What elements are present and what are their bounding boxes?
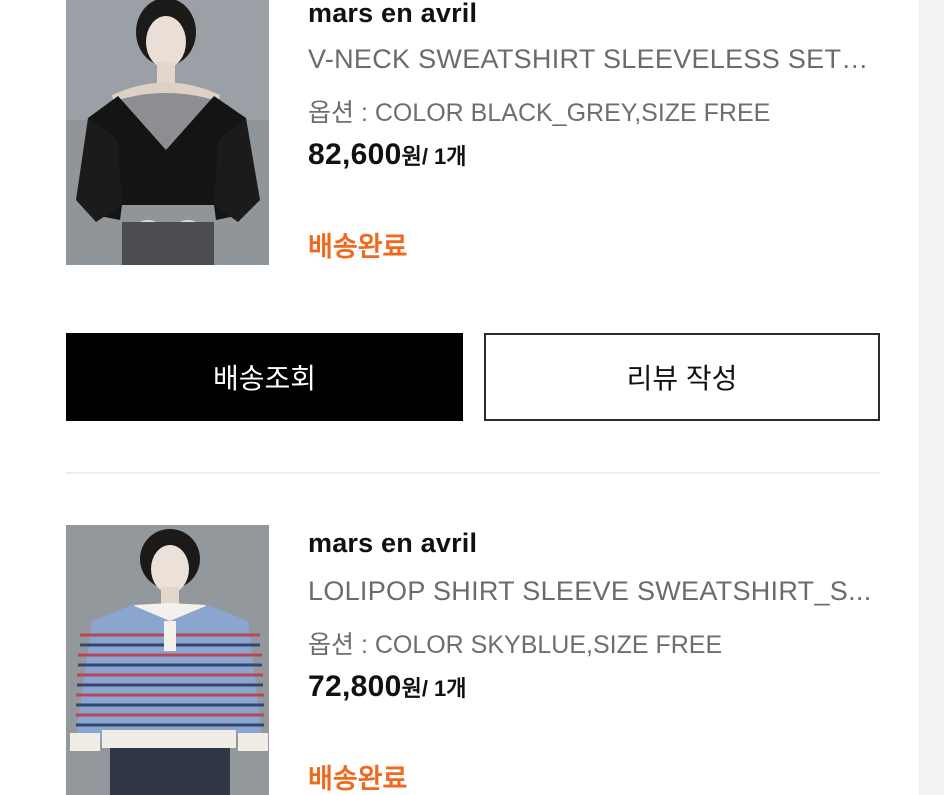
price-currency: 원 (401, 144, 422, 169)
quantity-label: / 1개 (421, 676, 467, 701)
order-list-card: mars en avril V-NECK SWEATSHIRT SLEEVELE… (0, 0, 919, 795)
delivery-status: 배송완료 (308, 232, 408, 262)
model-striped-sweatshirt-image (66, 525, 269, 795)
price-line: 82,600원/ 1개 (308, 138, 467, 172)
quantity-label: / 1개 (421, 144, 467, 169)
brand-name[interactable]: mars en avril (308, 0, 477, 29)
model-black-sweatshirt-image (66, 0, 269, 265)
product-info: mars en avril LOLIPOP SHIRT SLEEVE SWEAT… (308, 525, 880, 795)
product-option: 옵션 : COLOR BLACK_GREY,SIZE FREE (308, 99, 771, 127)
delivery-status: 배송완료 (308, 764, 408, 794)
product-thumbnail[interactable] (66, 525, 269, 795)
brand-name[interactable]: mars en avril (308, 528, 477, 559)
product-info: mars en avril V-NECK SWEATSHIRT SLEEVELE… (308, 0, 880, 265)
order-item: mars en avril V-NECK SWEATSHIRT SLEEVELE… (66, 0, 880, 265)
product-name[interactable]: V-NECK SWEATSHIRT SLEEVELESS SET_... (308, 44, 878, 75)
price-line: 72,800원/ 1개 (308, 670, 467, 704)
order-item: mars en avril LOLIPOP SHIRT SLEEVE SWEAT… (66, 525, 880, 795)
write-review-button[interactable]: 리뷰 작성 (484, 333, 880, 421)
track-delivery-button[interactable]: 배송조회 (66, 333, 463, 421)
product-name[interactable]: LOLIPOP SHIRT SLEEVE SWEATSHIRT_S... (308, 576, 878, 607)
product-thumbnail[interactable] (66, 0, 269, 265)
product-option: 옵션 : COLOR SKYBLUE,SIZE FREE (308, 631, 723, 659)
divider (66, 472, 880, 474)
price-value: 82,600 (308, 138, 402, 171)
price-currency: 원 (401, 676, 422, 701)
price-value: 72,800 (308, 670, 402, 703)
